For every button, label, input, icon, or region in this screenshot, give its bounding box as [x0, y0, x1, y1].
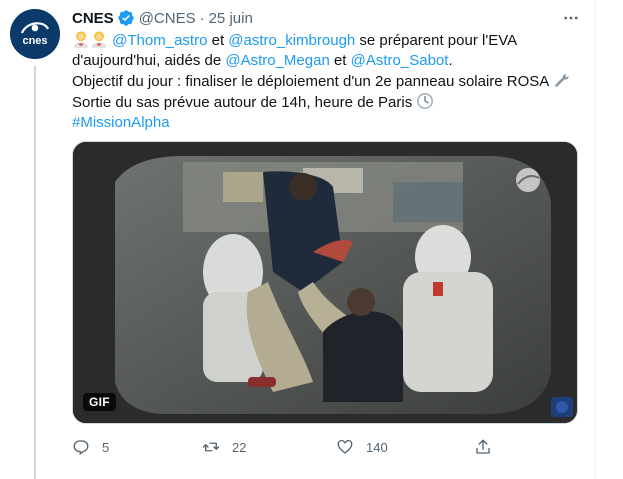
reply-count: 5	[102, 439, 110, 455]
share-button[interactable]	[474, 438, 492, 456]
text: Objectif du jour : finaliser le déploiem…	[72, 73, 553, 90]
separator-dot: ·	[199, 9, 205, 27]
text: Sortie du sas prévue autour de 14h, heur…	[72, 94, 417, 111]
more-options-icon[interactable]	[561, 8, 581, 28]
wrench-icon	[554, 73, 569, 87]
verified-badge-icon	[118, 10, 134, 26]
iss-scene-image	[73, 142, 577, 423]
author-name[interactable]: CNES	[72, 10, 114, 27]
share-icon	[476, 439, 490, 454]
text: .	[448, 52, 453, 69]
tweet-line-3: Objectif du jour : finaliser le déploiem…	[72, 71, 580, 92]
avatar-text: cnes	[22, 35, 47, 47]
tweet-line-2: d'aujourd'hui, aidés de @Astro_Megan et …	[72, 51, 580, 71]
thread-line	[34, 66, 36, 479]
tweet-header: CNES @CNES · 25 juin	[72, 8, 581, 28]
tweet[interactable]: cnes CNES @CNES · 25 juin @Thom_astro et…	[0, 0, 596, 479]
clock-icon	[417, 93, 434, 109]
mention-astro-sabot[interactable]: @Astro_Sabot	[351, 52, 449, 69]
tweet-text: @Thom_astro et @astro_kimbrough se prépa…	[72, 30, 580, 133]
mention-thom-astro[interactable]: @Thom_astro	[112, 32, 207, 49]
text: se préparent pour l'EVA	[355, 32, 518, 49]
mention-astro-kimbrough[interactable]: @astro_kimbrough	[228, 32, 355, 49]
text: et	[207, 32, 229, 49]
gif-badge: GIF	[83, 393, 116, 411]
media-gif[interactable]: GIF	[72, 141, 578, 424]
astronaut-man-emoji	[74, 31, 88, 48]
tweet-actions: 5 22 140	[72, 436, 512, 458]
reply-icon	[73, 440, 89, 456]
avatar[interactable]: cnes	[10, 9, 60, 59]
text: et	[329, 52, 351, 69]
tweet-line-4: Sortie du sas prévue autour de 14h, heur…	[72, 92, 580, 113]
cnes-logo-icon: cnes	[10, 9, 60, 59]
like-button[interactable]: 140	[336, 438, 474, 456]
hashtag-missionalpha[interactable]: #MissionAlpha	[72, 114, 170, 131]
author-handle[interactable]: @CNES	[139, 10, 196, 27]
tweet-line-1: @Thom_astro et @astro_kimbrough se prépa…	[72, 30, 580, 51]
tweet-date[interactable]: 25 juin	[209, 10, 253, 27]
heart-icon	[337, 439, 353, 454]
retweet-icon	[202, 442, 220, 452]
text: d'aujourd'hui, aidés de	[72, 52, 226, 69]
reply-button[interactable]: 5	[72, 438, 174, 456]
retweet-count: 22	[232, 439, 247, 455]
astronaut-man-emoji	[92, 31, 106, 48]
retweet-button[interactable]: 22	[202, 438, 336, 456]
like-count: 140	[366, 439, 388, 455]
mention-astro-megan[interactable]: @Astro_Megan	[225, 52, 329, 69]
tweet-line-5: #MissionAlpha	[72, 113, 580, 133]
